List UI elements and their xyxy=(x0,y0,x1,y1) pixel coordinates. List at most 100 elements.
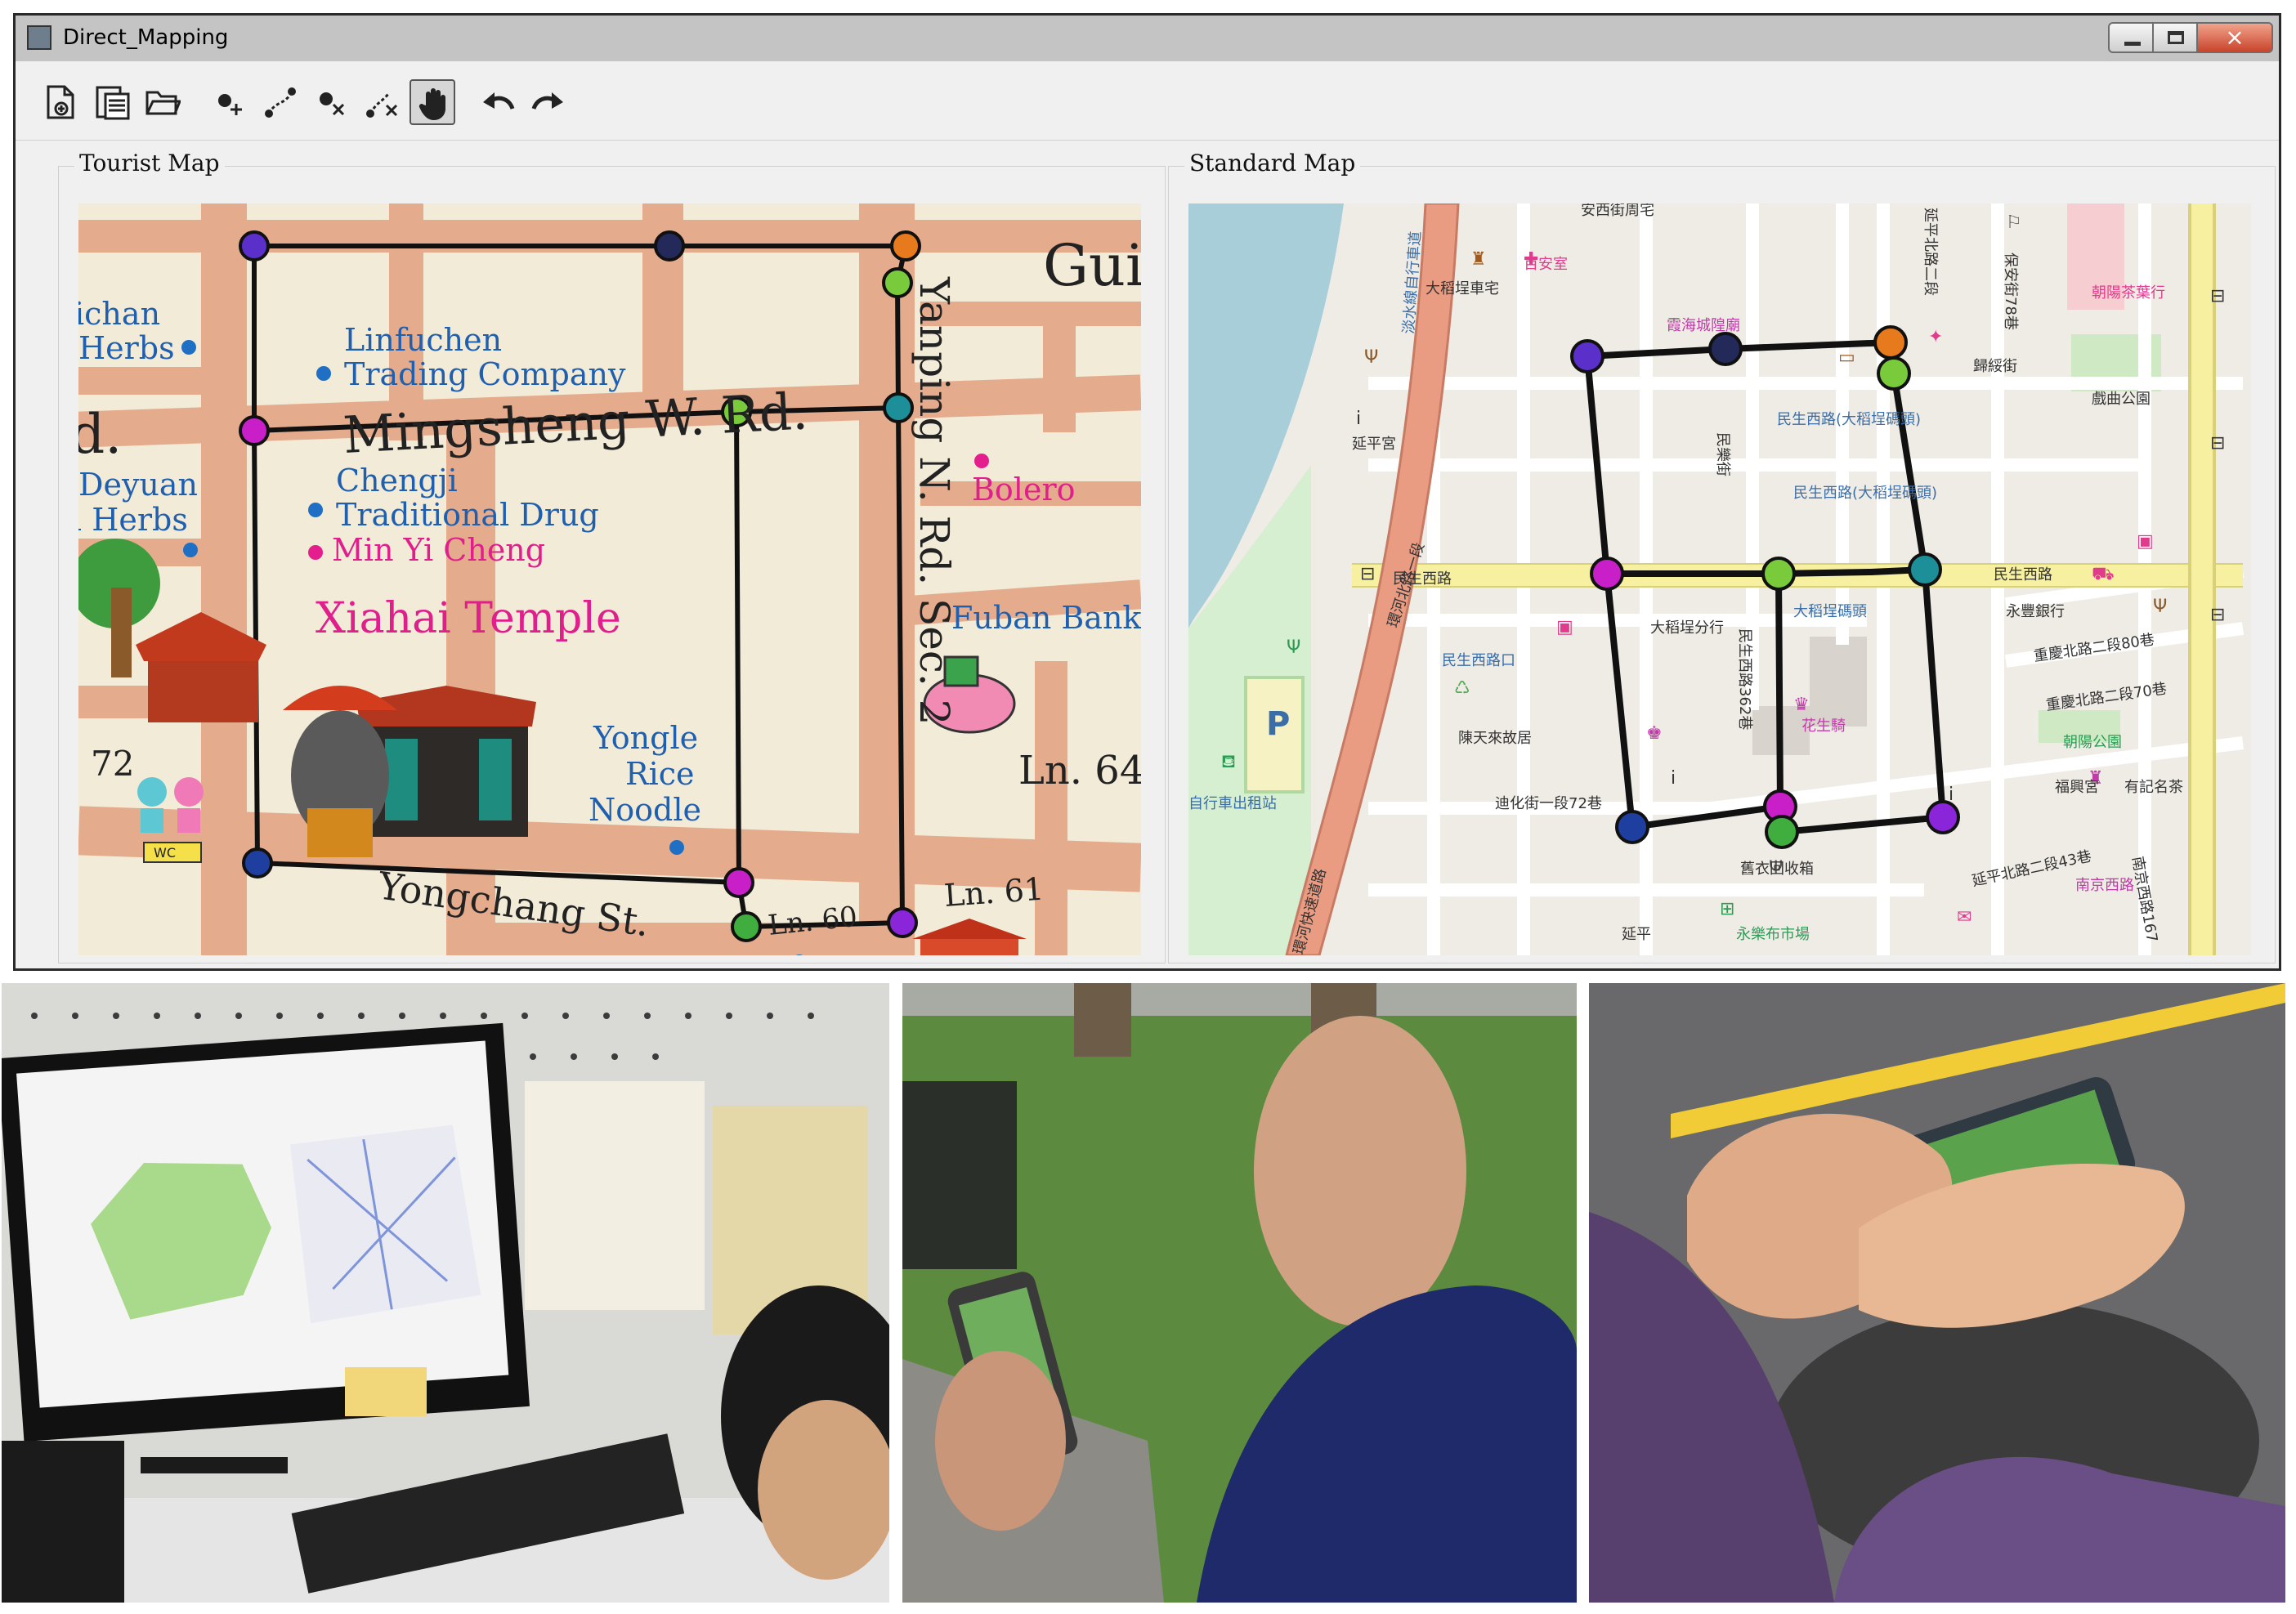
label-trading-company: Trading Company xyxy=(344,356,626,392)
window-title: Direct_Mapping xyxy=(63,25,229,50)
label-linfuchen: Linfuchen xyxy=(344,322,502,358)
add-edge-button[interactable] xyxy=(257,79,303,125)
svg-text:⊟: ⊟ xyxy=(2210,286,2225,306)
tourist-map-title: Tourist Map xyxy=(74,150,225,177)
label-yellow-hall: 大稻埕碼頭 xyxy=(1793,603,1867,620)
label-minsheng-road: 民生西路 xyxy=(1994,566,2052,583)
tourist-map-panel: Tourist Map Gui d. Mingsheng W. Rd. Yong… xyxy=(58,138,1166,963)
label-xizhen: 霞海城隍廟 xyxy=(1667,317,1740,334)
label-chengji: Chengji xyxy=(336,463,458,499)
label-yongle: Yongle xyxy=(593,720,698,756)
label-dadaocheng-branch: 大稻埕分行 xyxy=(1650,619,1724,637)
label-minsheng-w2: 民生西路口 xyxy=(1442,652,1515,669)
svg-text:i: i xyxy=(1949,785,1954,805)
label-minsheng-w4: 民生西路(大稻埕碼頭) xyxy=(1793,485,1937,502)
label-bike: 自行車出租站 xyxy=(1188,795,1277,812)
undo-icon xyxy=(483,92,515,110)
svg-text:Ψ: Ψ xyxy=(2153,597,2167,617)
redo-icon xyxy=(531,92,563,110)
redo-button[interactable] xyxy=(526,79,571,125)
photo-desk-user-at-computer xyxy=(2,983,889,1603)
label-baianshi: 百安室 xyxy=(1524,256,1568,273)
save-file-button[interactable] xyxy=(89,79,135,125)
svg-text:▣: ▣ xyxy=(2137,531,2154,552)
svg-text:✉: ✉ xyxy=(1957,907,1972,928)
label-yanping: Yanping N. Rd. Sec. 2 xyxy=(911,276,958,725)
app-icon xyxy=(27,25,51,50)
svg-text:Ψ: Ψ xyxy=(1364,347,1378,368)
label-dihua: 迪化街一段72巷 xyxy=(1495,795,1602,812)
label-yanping-office: 延平宮 xyxy=(1352,436,1396,453)
open-folder-icon xyxy=(145,91,181,115)
close-button[interactable]: × xyxy=(2196,22,2273,53)
standard-map-title: Standard Map xyxy=(1184,150,1361,177)
label-chan: ichan xyxy=(78,296,160,332)
label-yongfeng: 永豐銀行 xyxy=(2006,603,2065,620)
svg-text:⚐: ⚐ xyxy=(2006,212,2022,233)
standard-map-panel: Standard Map ✚ ♜ Ψ i ▭ ⚐ ✦ ▣ ⛟ ▣ ♚ ♛ i i… xyxy=(1168,138,2276,963)
app-window: Direct_Mapping × Tourist Map Gui d. Ming… xyxy=(13,13,2281,971)
label-nanjing: 南京西路 xyxy=(2075,877,2134,894)
minimize-icon xyxy=(2124,42,2141,46)
maximize-button[interactable] xyxy=(2152,22,2198,53)
label-yongle-market: 永樂布市場 xyxy=(1736,926,1810,943)
label-fuban-bank: Fuban Bank xyxy=(951,600,1141,636)
label-bolero: Bolero xyxy=(972,472,1076,507)
label-gui: Gui xyxy=(1043,232,1141,299)
pan-hand-button[interactable] xyxy=(410,79,455,125)
label-guihuajie: 歸綏街 xyxy=(1973,358,2017,375)
svg-text:♜: ♜ xyxy=(1470,249,1487,270)
label-traditional-drug: Traditional Drug xyxy=(336,497,599,533)
svg-text:♚: ♚ xyxy=(1646,723,1663,744)
label-minle: 民樂街 xyxy=(1714,432,1731,476)
svg-text:▣: ▣ xyxy=(1556,617,1573,637)
svg-text:i: i xyxy=(1356,409,1361,429)
label-fumao: 福興宮 xyxy=(2055,779,2099,796)
delete-node-button[interactable] xyxy=(308,79,354,125)
svg-text:♺: ♺ xyxy=(1454,678,1470,699)
svg-text:♛: ♛ xyxy=(1793,695,1810,715)
minimize-button[interactable] xyxy=(2108,22,2154,53)
label-72: 72 xyxy=(91,744,134,784)
label-dadaocheng: 大稻埕車宅 xyxy=(1425,280,1499,297)
title-bar[interactable]: Direct_Mapping × xyxy=(16,16,2279,61)
label-chenyi: 朝陽茶葉行 xyxy=(2092,284,2165,302)
label-yanping-n2a: 延平北路二段 xyxy=(1922,208,1939,296)
label-park: 戲曲公園 xyxy=(2092,391,2151,408)
label-flower: 花生騎 xyxy=(1801,718,1846,735)
svg-text:⛾: ⛾ xyxy=(1221,752,1236,772)
svg-text:Ψ: Ψ xyxy=(1287,637,1300,658)
undo-button[interactable] xyxy=(475,79,521,125)
add-edge-icon xyxy=(265,87,296,118)
label-herbs-1: Herbs xyxy=(78,330,175,366)
svg-text:⊟: ⊟ xyxy=(1360,564,1375,584)
svg-text:i: i xyxy=(1671,768,1676,789)
maximize-icon xyxy=(2168,31,2184,44)
label-minsheng-362: 民生西路362巷 xyxy=(1736,628,1753,730)
label-deyuan: Deyuan xyxy=(78,467,198,503)
label-baoan: 保安街78巷 xyxy=(2002,253,2019,330)
label-rd: d. xyxy=(78,403,122,466)
add-node-button[interactable] xyxy=(207,79,253,125)
standard-map-canvas[interactable]: ✚ ♜ Ψi ▭ ⚐ ✦ ▣ ⛟ ▣ ♚ ♛ ii ♺ ♜ Ψ ⊟ ⊟ ⊟ ⊟ Ψ ⊞ ✉ Ψ ⛾ P xyxy=(1188,203,2251,955)
close-icon: × xyxy=(2225,24,2245,51)
label-wc: WC xyxy=(154,845,176,861)
delete-edge-button[interactable] xyxy=(359,79,405,125)
label-herbs-2: l Herbs xyxy=(78,502,188,538)
photo-user-hands-on-phone xyxy=(1589,983,2285,1603)
new-file-button[interactable] xyxy=(38,79,84,125)
label-ln64: Ln. 64 xyxy=(1018,748,1141,794)
tourist-map-canvas[interactable]: Gui d. Mingsheng W. Rd. Yongchang St. Ya… xyxy=(78,203,1141,955)
open-folder-button[interactable] xyxy=(140,79,186,125)
label-cloth: 舊衣回收箱 xyxy=(1740,861,1814,878)
delete-node-icon xyxy=(320,92,345,116)
label-tianmaster: 陳天來故居 xyxy=(1458,730,1532,747)
delete-edge-icon xyxy=(366,93,398,118)
svg-text:✦: ✦ xyxy=(1928,327,1943,347)
svg-text:⛟: ⛟ xyxy=(2092,564,2115,584)
label-noodle: Noodle xyxy=(589,792,701,828)
toolbar xyxy=(16,61,2279,141)
new-file-icon xyxy=(47,85,74,119)
photo-park-user-with-phone xyxy=(902,983,1577,1603)
label-ln61: Ln. 61 xyxy=(943,871,1045,914)
